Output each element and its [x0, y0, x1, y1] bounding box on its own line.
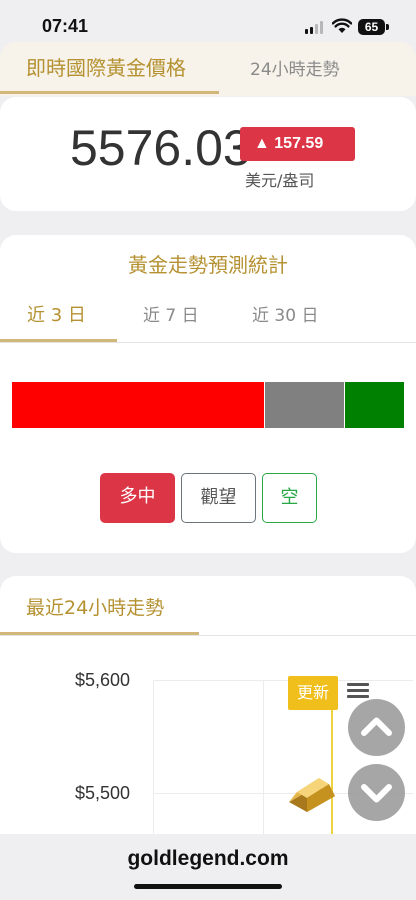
chevron-up-icon	[361, 717, 392, 736]
distribution-segment	[12, 382, 265, 428]
forecast-card: 黃金走勢預測統計 近 3 日 近 7 日 近 30 日 多中 觀望 空	[0, 235, 416, 553]
forecast-distribution-bar	[12, 382, 404, 428]
tab-period-7d[interactable]: 近 7 日	[143, 301, 199, 326]
tab-period-3d[interactable]: 近 3 日	[27, 301, 86, 327]
y-tick-label: $5,600	[75, 670, 131, 690]
gold-price-value: 5576.03	[70, 120, 251, 176]
active-tab-underline	[0, 91, 219, 94]
price-unit: 美元/盎司	[245, 171, 315, 190]
gold-bar-icon	[289, 778, 335, 812]
chevron-down-icon	[361, 784, 392, 803]
forecast-title: 黃金走勢預測統計	[128, 253, 288, 277]
period-divider	[0, 342, 416, 343]
chart-gridline	[153, 680, 413, 681]
vote-long-button[interactable]: 多中	[100, 473, 175, 523]
tab-24h-trend[interactable]: 24小時走勢	[250, 55, 340, 80]
battery-indicator: 65	[358, 19, 385, 35]
distribution-segment	[345, 382, 404, 428]
status-time: 07:41	[42, 16, 89, 36]
tab-live-gold-price[interactable]: 即時國際黃金價格	[26, 52, 186, 81]
chart-gridline	[263, 680, 264, 840]
vote-wait-button[interactable]: 觀望	[181, 473, 256, 523]
trend-divider	[0, 635, 416, 636]
scroll-up-button[interactable]	[348, 699, 405, 756]
browser-footer: goldlegend.com	[0, 834, 416, 900]
home-indicator[interactable]	[134, 884, 282, 889]
wifi-icon	[332, 18, 352, 33]
price-tabs: 即時國際黃金價格 24小時走勢	[0, 42, 416, 96]
site-url[interactable]: goldlegend.com	[0, 847, 416, 871]
signal-icon	[305, 21, 325, 34]
distribution-segment	[264, 382, 346, 428]
tab-period-30d[interactable]: 近 30 日	[252, 301, 318, 326]
update-marker-line	[331, 710, 333, 836]
trend-title: 最近24小時走勢	[26, 597, 165, 619]
hamburger-menu-icon[interactable]	[347, 683, 369, 699]
chart-axis-line	[153, 680, 154, 840]
vote-short-button[interactable]: 空	[262, 473, 317, 523]
scroll-down-button[interactable]	[348, 764, 405, 821]
update-button[interactable]: 更新	[288, 676, 338, 710]
price-change-badge: ▲ 157.59	[240, 127, 355, 161]
y-tick-label: $5,500	[75, 783, 131, 803]
battery-tip	[386, 24, 389, 30]
